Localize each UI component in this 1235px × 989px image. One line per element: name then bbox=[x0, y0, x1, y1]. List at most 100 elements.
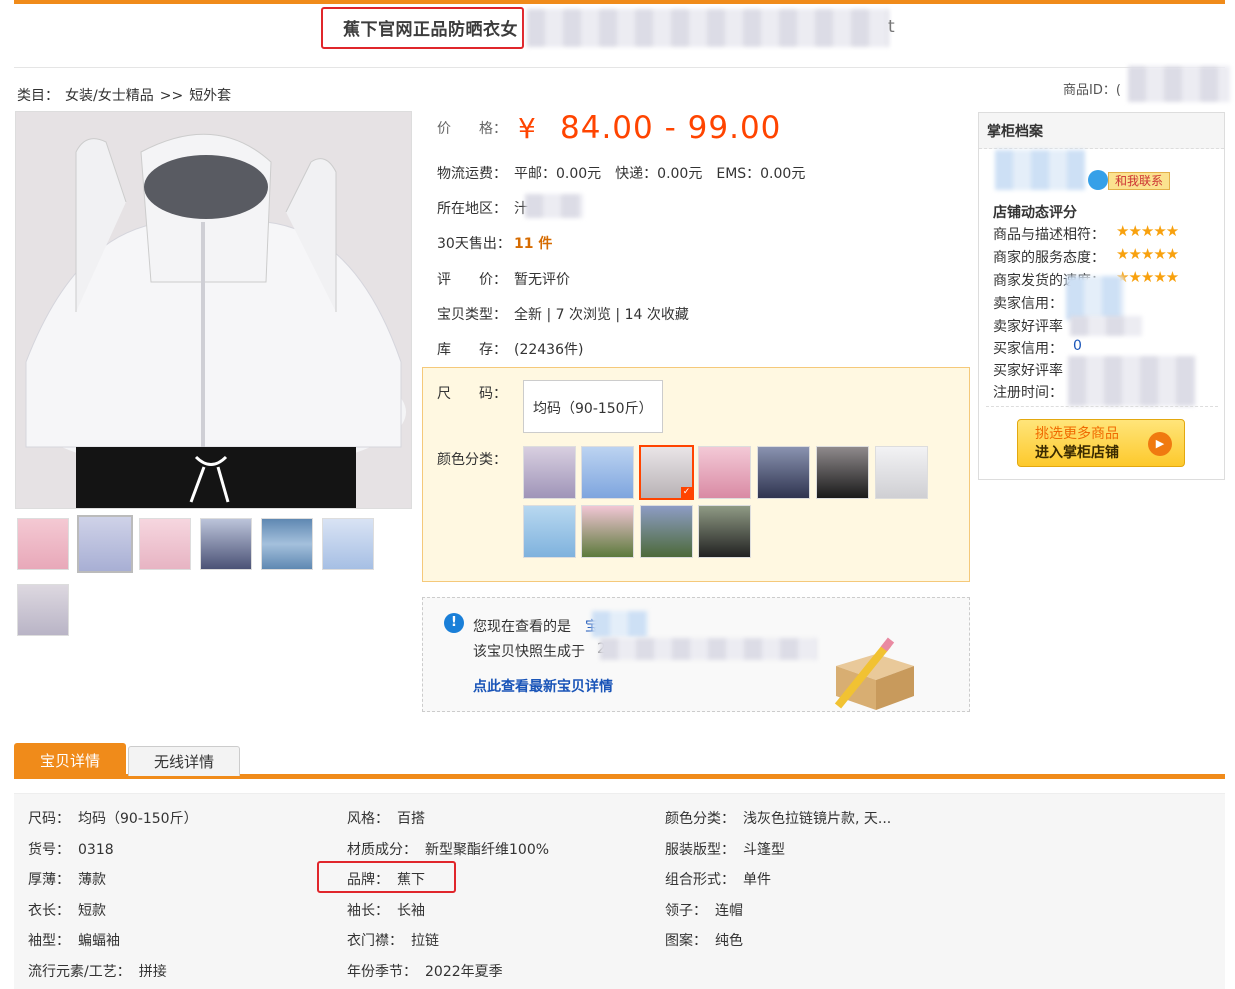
thumbnail-6[interactable] bbox=[322, 518, 374, 570]
color-swatch-8[interactable] bbox=[523, 505, 576, 558]
attribute-item: 流行元素/工艺： 拼接 bbox=[28, 961, 167, 981]
seller-good-rate-label: 卖家好评率 bbox=[993, 319, 1063, 335]
dynamic-score-title: 店铺动态评分 bbox=[993, 205, 1077, 221]
attribute-key: 衣长： bbox=[28, 902, 70, 919]
attribute-key: 服装版型： bbox=[665, 841, 735, 858]
color-swatch-6[interactable] bbox=[816, 446, 869, 499]
score-description-label: 商品与描述相符： bbox=[993, 227, 1105, 243]
buyer-credit-label: 买家信用： bbox=[993, 341, 1063, 357]
thumbnail-2[interactable] bbox=[77, 515, 133, 573]
highlight-box-title bbox=[321, 7, 524, 49]
size-label: 尺 码： bbox=[437, 386, 507, 402]
attribute-key: 货号： bbox=[28, 841, 70, 858]
blurred-register-time bbox=[1068, 356, 1196, 406]
color-swatch-11[interactable] bbox=[698, 505, 751, 558]
size-option[interactable]: 均码（90-150斤） bbox=[523, 380, 663, 433]
price-value: 84.00 - 99.00 bbox=[560, 110, 782, 146]
wangwang-icon bbox=[1088, 170, 1108, 190]
package-pencil-icon bbox=[834, 637, 914, 710]
rating-value: 暂无评价 bbox=[514, 272, 570, 288]
selected-check-icon: ✓ bbox=[681, 487, 692, 498]
tab-mobile-detail[interactable]: 无线详情 bbox=[128, 746, 240, 776]
breadcrumb-level1[interactable]: 女装/女士精品 bbox=[65, 88, 154, 104]
shipping-value: 平邮：0.00元 快递：0.00元 EMS：0.00元 bbox=[514, 166, 806, 182]
attribute-value: 2022年夏季 bbox=[425, 964, 503, 980]
attribute-item: 衣门襟： 拉链 bbox=[347, 930, 439, 950]
attribute-key: 图案： bbox=[665, 933, 707, 950]
score-shipping-stars: ★★★★★ bbox=[1116, 268, 1179, 286]
attribute-value: 蝙蝠袖 bbox=[78, 933, 120, 950]
attribute-key: 尺码： bbox=[28, 811, 70, 827]
color-swatch-1[interactable] bbox=[523, 446, 576, 499]
type-label: 宝贝类型： bbox=[437, 307, 507, 323]
thumbnail-4[interactable] bbox=[200, 518, 252, 570]
score-description-stars: ★★★★★ bbox=[1116, 222, 1179, 240]
contact-button[interactable]: 和我联系 bbox=[1108, 172, 1170, 190]
arrow-right-icon: ▶ bbox=[1148, 432, 1172, 456]
thumbnail-5[interactable] bbox=[261, 518, 313, 570]
thumbnail-3[interactable] bbox=[139, 518, 191, 570]
attribute-value: 薄款 bbox=[78, 872, 106, 889]
seller-credit-label: 卖家信用： bbox=[993, 296, 1063, 312]
attribute-value: 短款 bbox=[78, 902, 106, 919]
tab-detail[interactable]: 宝贝详情 bbox=[14, 743, 126, 777]
color-swatch-10[interactable] bbox=[640, 505, 693, 558]
color-swatch-4[interactable] bbox=[698, 446, 751, 499]
attribute-item: 袖型： 蝙蝠袖 bbox=[28, 930, 120, 950]
blurred-seller-rate bbox=[1070, 316, 1142, 336]
price-label: 价 格： bbox=[437, 121, 507, 137]
attribute-value: 0318 bbox=[78, 841, 114, 858]
thumbnail-1[interactable] bbox=[17, 518, 69, 570]
breadcrumb-separator: >> bbox=[159, 88, 184, 104]
enter-shop-line2: 进入掌柜店铺 bbox=[1035, 445, 1119, 461]
attribute-item: 厚薄： 薄款 bbox=[28, 869, 106, 889]
color-swatch-7[interactable] bbox=[875, 446, 928, 499]
buyer-credit-value: 0 bbox=[1073, 338, 1082, 354]
sold-value: 11 件 bbox=[514, 236, 553, 252]
blurred-snapshot-title bbox=[592, 611, 648, 637]
latest-detail-link[interactable]: 点此查看最新宝贝详情 bbox=[473, 676, 613, 696]
attribute-key: 流行元素/工艺： bbox=[28, 964, 131, 980]
attribute-key: 厚薄： bbox=[28, 872, 70, 889]
breadcrumb-prefix: 类目： bbox=[17, 88, 59, 104]
attribute-value: 拼接 bbox=[138, 964, 167, 980]
color-swatch-5[interactable] bbox=[757, 446, 810, 499]
enter-shop-line1: 挑选更多商品 bbox=[1035, 426, 1119, 442]
attribute-value: 长袖 bbox=[397, 902, 425, 919]
attribute-key: 颜色分类： bbox=[665, 811, 735, 827]
blurred-location bbox=[525, 194, 583, 218]
attribute-value: 浅灰色拉链镜片款, 天... bbox=[743, 811, 892, 827]
attribute-item: 服装版型： 斗篷型 bbox=[665, 839, 785, 859]
attribute-value: 拉链 bbox=[411, 933, 439, 950]
attribute-item: 尺码： 均码（90-150斤） bbox=[28, 808, 198, 828]
shop-panel-title: 掌柜档案 bbox=[987, 124, 1043, 140]
sold-label: 30天售出： bbox=[437, 236, 511, 252]
blurred-product-id bbox=[1128, 66, 1230, 102]
thumbnail-7[interactable] bbox=[17, 584, 69, 636]
attribute-key: 风格： bbox=[347, 811, 389, 827]
attribute-key: 材质成分： bbox=[347, 841, 417, 858]
blurred-seller-credit bbox=[1066, 276, 1124, 320]
blurred-snapshot-date bbox=[600, 638, 817, 660]
attribute-key: 年份季节： bbox=[347, 964, 417, 980]
snapshot-viewing-text: 您现在查看的是 bbox=[473, 619, 571, 635]
type-value: 全新 | 7 次浏览 | 14 次收藏 bbox=[514, 307, 689, 323]
blurred-shop-name bbox=[995, 150, 1085, 190]
buyer-good-rate-label: 买家好评率 bbox=[993, 363, 1063, 379]
main-product-image[interactable] bbox=[15, 111, 412, 509]
highlight-box-brand bbox=[317, 861, 456, 893]
color-swatch-9[interactable] bbox=[581, 505, 634, 558]
attribute-value: 斗篷型 bbox=[743, 841, 785, 858]
attribute-key: 衣门襟： bbox=[347, 933, 403, 950]
attribute-item: 颜色分类： 浅灰色拉链镜片款, 天... bbox=[665, 808, 891, 828]
attribute-value: 百搭 bbox=[397, 811, 425, 827]
stock-value: (22436件) bbox=[514, 342, 584, 358]
attribute-key: 组合形式： bbox=[665, 872, 735, 889]
attribute-key: 领子： bbox=[665, 902, 707, 919]
color-swatch-2[interactable] bbox=[581, 446, 634, 499]
register-time-label: 注册时间： bbox=[993, 385, 1063, 401]
attribute-key: 袖长： bbox=[347, 902, 389, 919]
snapshot-generated-text: 该宝贝快照生成于 bbox=[473, 644, 585, 660]
currency-symbol: ¥ bbox=[518, 112, 536, 145]
breadcrumb-level2[interactable]: 短外套 bbox=[189, 88, 231, 104]
